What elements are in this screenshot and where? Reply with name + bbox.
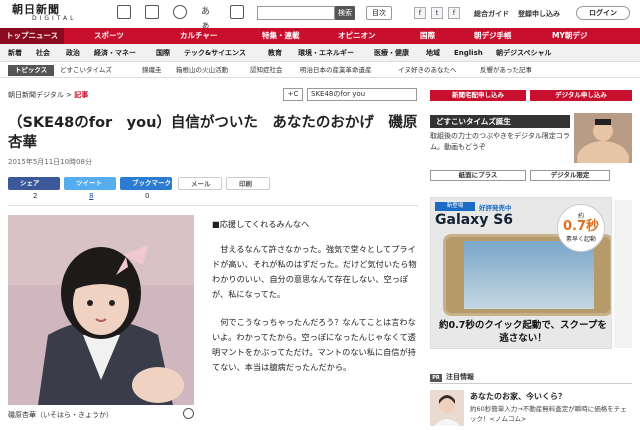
logo-line1: 朝日新聞 bbox=[12, 3, 60, 16]
subnav-tech[interactable]: テック&サイエンス bbox=[184, 44, 246, 62]
facebook-page-icon[interactable]: f bbox=[448, 7, 460, 19]
facebook-icon[interactable]: f bbox=[414, 7, 426, 19]
megaphone-icon[interactable] bbox=[145, 5, 159, 19]
topics-label: トピックス bbox=[8, 65, 54, 76]
search-button[interactable]: 検索 bbox=[335, 6, 355, 20]
pr-person-image bbox=[430, 390, 464, 426]
breadcrumb-section[interactable]: 記事 bbox=[74, 91, 88, 99]
article-lead: ■応援してくれるみんなへ bbox=[212, 219, 310, 229]
nav-top-news[interactable]: トップニュース bbox=[0, 28, 65, 44]
pr-heading-text: 注目情報 bbox=[446, 373, 474, 381]
digital-subscribe-button[interactable]: デジタル申し込み bbox=[530, 90, 632, 101]
nav-my[interactable]: MY朝デジ bbox=[552, 28, 587, 44]
topic-item[interactable]: 錦織圭 bbox=[142, 62, 162, 78]
general-guide-link[interactable]: 総合ガイド bbox=[474, 9, 509, 19]
pr-title[interactable]: あなたのお家、今いくら？ bbox=[470, 391, 566, 402]
subnav-new[interactable]: 新着 bbox=[8, 44, 22, 62]
topic-item[interactable]: 反響があった記事 bbox=[480, 62, 532, 78]
ad-badge: 約 0.7秒 素早く起動 bbox=[557, 204, 605, 252]
topic-item[interactable]: どすこいタイムズ bbox=[60, 62, 112, 78]
article-title: （SKE48のfor you）自信がついた あなたのおかげ 磯原杏華 bbox=[8, 115, 418, 151]
digital-only-button[interactable]: デジタル限定 bbox=[530, 170, 610, 181]
facebook-share-button[interactable]: シェア bbox=[8, 177, 60, 190]
ad-side-strip bbox=[614, 200, 632, 348]
breadcrumb: 朝日新聞デジタル > 記事 bbox=[8, 90, 88, 100]
subnav-politics[interactable]: 政治 bbox=[66, 44, 80, 62]
topic-item[interactable]: 明治日本の産業革命遺産 bbox=[300, 62, 372, 78]
pr-heading: PR 注目情報 bbox=[430, 372, 474, 382]
sumo-image bbox=[574, 113, 632, 163]
print-button[interactable]: 印刷 bbox=[226, 177, 270, 190]
site-logo[interactable]: 朝日新聞 DIGITAL bbox=[12, 4, 102, 24]
breadcrumb-separator: > bbox=[66, 91, 72, 99]
sidebar-heading[interactable]: どすこいタイムズ誕生 bbox=[430, 115, 570, 128]
article-paragraph: 何でこうなっちゃったんだろう？なんてことは言わないよ。わかってたから。空っぽにな… bbox=[212, 317, 416, 372]
mail-button[interactable]: メール bbox=[178, 177, 222, 190]
topic-item[interactable]: イヌ好きのあなたへ bbox=[398, 62, 457, 78]
portrait-image bbox=[8, 215, 194, 405]
sumo-photo[interactable] bbox=[574, 113, 632, 163]
advertisement[interactable]: 新登場 好評発売中 Galaxy S6 約 0.7秒 素早く起動 約0.7秒のク… bbox=[430, 197, 612, 349]
ad-badge-bottom: 素早く起動 bbox=[565, 236, 596, 243]
search-input[interactable] bbox=[257, 6, 335, 20]
logo-line2: DIGITAL bbox=[32, 15, 77, 22]
subnav-health[interactable]: 医療・健康 bbox=[374, 44, 409, 62]
paper-plus-button[interactable]: 紙面にプラス bbox=[430, 170, 526, 181]
sidebar-heading-text[interactable]: 取組後の力士のつぶやきをデジタル限定コラム。動画もどうぞ bbox=[430, 131, 570, 153]
pr-image[interactable] bbox=[430, 390, 464, 426]
clip-button[interactable]: +C bbox=[283, 88, 303, 101]
nav-notebook[interactable]: 朝デジ手帳 bbox=[474, 28, 512, 44]
subnav-region[interactable]: 地域 bbox=[426, 44, 440, 62]
divider bbox=[430, 383, 632, 384]
tweet-count[interactable]: 8 bbox=[89, 192, 93, 200]
pr-label: PR bbox=[430, 374, 442, 382]
bookmark-count: 0 bbox=[145, 192, 150, 200]
ad-new-tag: 新登場 bbox=[435, 202, 475, 211]
subnav-special[interactable]: 朝デジスペシャル bbox=[496, 44, 552, 62]
font-size-icon[interactable]: あぁ bbox=[201, 5, 215, 31]
subnav-english[interactable]: English bbox=[454, 44, 483, 62]
bookmark-button[interactable]: ブックマーク bbox=[120, 177, 172, 190]
weather-icon[interactable] bbox=[173, 5, 187, 19]
twitter-icon[interactable]: t bbox=[431, 7, 443, 19]
article-date: 2015年5月11日10時08分 bbox=[8, 158, 92, 166]
ad-badge-value: 0.7秒 bbox=[562, 219, 600, 234]
site-header: 朝日新聞 DIGITAL あぁ 検索 目次 f t f 総合ガイド 登録申し込み… bbox=[0, 0, 640, 31]
newspaper-icon[interactable] bbox=[117, 5, 131, 19]
sub-nav: 新着 社会 政治 経済・マネー 国際 テック&サイエンス 教育 環境・エネルギー… bbox=[0, 44, 640, 62]
newspaper-subscribe-button[interactable]: 新聞宅配申し込み bbox=[430, 90, 526, 101]
topics-bar: トピックス どすこいタイムズ 錦織圭 箱根山の火山活動 認知症社会 明治日本の産… bbox=[0, 62, 640, 78]
nav-culture[interactable]: カルチャー bbox=[180, 28, 217, 44]
calendar-icon[interactable] bbox=[230, 5, 244, 19]
ad-tagline: 約0.7秒のクイック起動で、スクープを逃さない！ bbox=[439, 320, 607, 344]
article-paragraph: 甘えるなんて許さなかった。強気で堂々としてプライドが高い、それが私のはずだった。… bbox=[212, 244, 417, 299]
article-photo[interactable] bbox=[8, 215, 194, 405]
nav-sports[interactable]: スポーツ bbox=[94, 28, 124, 44]
register-link[interactable]: 登録申し込み bbox=[518, 9, 560, 19]
pr-description[interactable]: 約60秒簡単入力→不動産無料査定が瞬時に価格をチェック！<ノムコム> bbox=[470, 404, 632, 424]
login-button[interactable]: ログイン bbox=[576, 6, 630, 20]
series-tag[interactable]: SKE48のfor you bbox=[307, 88, 417, 101]
subnav-education[interactable]: 教育 bbox=[268, 44, 282, 62]
photo-caption: 磯原杏華（いそはら・きょうか） bbox=[8, 411, 113, 419]
subnav-economy[interactable]: 経済・マネー bbox=[94, 44, 136, 62]
subnav-society[interactable]: 社会 bbox=[36, 44, 50, 62]
facebook-count: 2 bbox=[33, 192, 38, 200]
subnav-international[interactable]: 国際 bbox=[156, 44, 170, 62]
topic-item[interactable]: 認知症社会 bbox=[250, 62, 283, 78]
subnav-environment[interactable]: 環境・エネルギー bbox=[298, 44, 354, 62]
ad-sale-tag: 好評発売中 bbox=[479, 204, 512, 212]
nav-international[interactable]: 国際 bbox=[420, 28, 435, 44]
main-nav: トップニュース スポーツ カルチャー 特集・連載 オピニオン 国際 朝デジ手帳 … bbox=[0, 28, 640, 44]
zoom-icon[interactable] bbox=[183, 408, 194, 419]
divider bbox=[8, 205, 418, 206]
contents-button[interactable]: 目次 bbox=[366, 6, 392, 20]
tweet-button[interactable]: ツイート bbox=[64, 177, 116, 190]
breadcrumb-site[interactable]: 朝日新聞デジタル bbox=[8, 91, 64, 99]
ad-product-name: Galaxy S6 bbox=[435, 212, 514, 228]
nav-features[interactable]: 特集・連載 bbox=[262, 28, 300, 44]
topic-item[interactable]: 箱根山の火山活動 bbox=[176, 62, 228, 78]
article-body: ■応援してくれるみんなへ 甘えるなんて許さなかった。強気で堂々としてプライドが高… bbox=[212, 217, 417, 388]
nav-opinion[interactable]: オピニオン bbox=[338, 28, 376, 44]
